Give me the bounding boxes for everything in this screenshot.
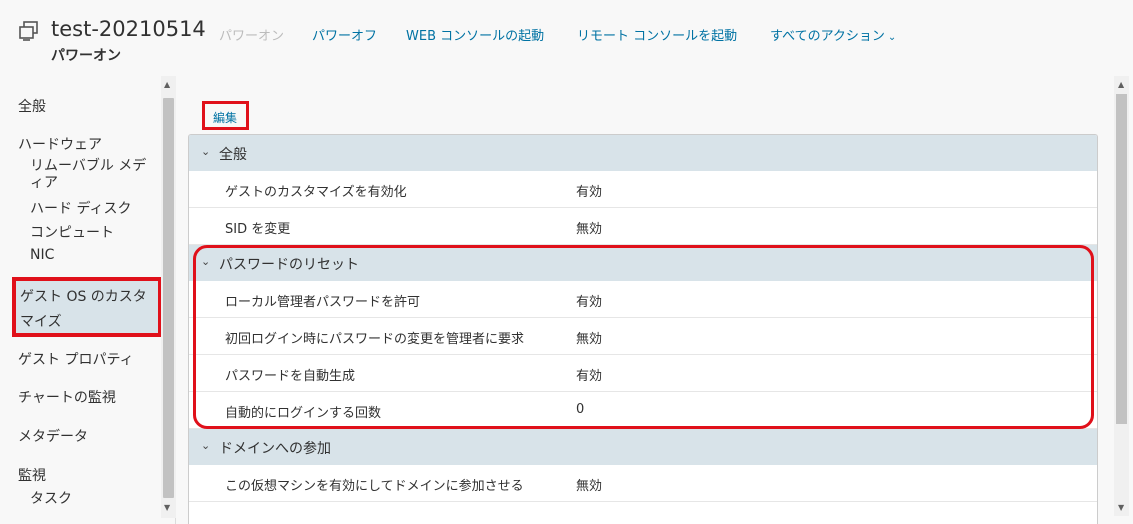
sidebar-item-compute[interactable]: コンピュート — [30, 222, 114, 242]
web-console-button[interactable]: WEB コンソールの起動 — [406, 25, 544, 44]
all-actions-label: すべてのアクション — [770, 29, 885, 44]
table-row: この仮想マシンを有効にしてドメインに参加させる 無効 — [189, 465, 1097, 502]
sidebar-item-guest-os-customization[interactable]: ゲスト OS のカスタマイズ — [12, 277, 162, 337]
scroll-down-icon[interactable]: ▼ — [164, 503, 170, 512]
section-general-header[interactable]: ⌄ 全般 — [189, 135, 1097, 171]
all-actions-dropdown[interactable]: すべてのアクション ⌄ — [770, 25, 896, 44]
main-scrollbar-thumb[interactable] — [1116, 94, 1127, 424]
sidebar-item-chart-monitor[interactable]: チャートの監視 — [18, 387, 116, 407]
sidebar-item-nic[interactable]: NIC — [30, 247, 54, 263]
chevron-down-icon: ⌄ — [201, 255, 211, 268]
edit-highlight: 編集 — [202, 101, 249, 130]
table-row: 自動的にログインする回数 0 — [189, 392, 1097, 429]
vm-icon — [19, 21, 38, 41]
vm-power-state: パワーオン — [51, 48, 121, 64]
row-value: 無効 — [576, 222, 603, 237]
row-label: この仮想マシンを有効にしてドメインに参加させる — [225, 479, 524, 494]
row-label: 初回ログイン時にパスワードの変更を管理者に要求 — [225, 332, 525, 347]
table-row — [189, 502, 1097, 524]
section-title: ドメインへの参加 — [219, 441, 331, 457]
section-title: 全般 — [219, 147, 247, 163]
scroll-up-icon[interactable]: ▲ — [164, 80, 170, 89]
sidebar-item-guest-properties[interactable]: ゲスト プロパティ — [18, 349, 134, 369]
header: test-20210514 パワーオン パワーオン パワーオフ WEB コンソー… — [0, 0, 1133, 76]
chevron-down-icon: ⌄ — [201, 145, 211, 158]
scroll-down-icon[interactable]: ▼ — [1118, 503, 1124, 512]
row-label: ゲストのカスタマイズを有効化 — [225, 185, 407, 200]
customization-details-panel: ⌄ 全般 ゲストのカスタマイズを有効化 有効 SID を変更 無効 ⌄ パスワー… — [188, 134, 1098, 524]
row-label: パスワードを自動生成 — [225, 369, 356, 384]
section-password-reset-header[interactable]: ⌄ パスワードのリセット — [189, 245, 1097, 281]
row-value: 無効 — [576, 332, 603, 347]
row-value: 無効 — [576, 479, 603, 494]
table-row: SID を変更 無効 — [189, 208, 1097, 245]
section-title: パスワードのリセット — [219, 257, 359, 273]
power-off-button[interactable]: パワーオフ — [312, 25, 377, 44]
sidebar-scrollbar-thumb[interactable] — [163, 98, 174, 498]
sidebar-item-metadata[interactable]: メタデータ — [18, 426, 88, 446]
remote-console-button[interactable]: リモート コンソールを起動 — [577, 25, 737, 44]
vm-title: test-20210514 — [51, 17, 206, 41]
row-label: SID を変更 — [225, 222, 291, 237]
section-domain-join-header[interactable]: ⌄ ドメインへの参加 — [189, 429, 1097, 465]
table-row: ゲストのカスタマイズを有効化 有効 — [189, 171, 1097, 208]
table-row: ローカル管理者パスワードを許可 有効 — [189, 281, 1097, 318]
sidebar-item-tasks[interactable]: タスク — [30, 488, 72, 508]
row-value: 有効 — [576, 185, 603, 200]
sidebar-group-monitor: 監視 — [18, 468, 46, 484]
sidebar-item-label: ゲスト OS のカスタマイズ — [20, 289, 147, 330]
table-row: パスワードを自動生成 有効 — [189, 355, 1097, 392]
row-label: ローカル管理者パスワードを許可 — [225, 295, 421, 310]
sidebar-item-general[interactable]: 全般 — [18, 96, 46, 116]
chevron-down-icon: ⌄ — [887, 32, 897, 43]
power-on-button[interactable]: パワーオン — [219, 25, 284, 44]
scroll-up-icon[interactable]: ▲ — [1118, 80, 1124, 89]
table-row: 初回ログイン時にパスワードの変更を管理者に要求 無効 — [189, 318, 1097, 355]
row-label: 自動的にログインする回数 — [225, 406, 382, 421]
sidebar-group-hardware: ハードウェア — [18, 137, 102, 153]
chevron-down-icon: ⌄ — [201, 439, 211, 452]
sidebar-item-removable-media[interactable]: リムーバブル メディア — [30, 158, 158, 192]
row-value: 0 — [576, 402, 585, 417]
edit-button[interactable]: 編集 — [213, 109, 237, 126]
row-value: 有効 — [576, 369, 603, 384]
row-value: 有効 — [576, 295, 603, 310]
sidebar-item-hard-disk[interactable]: ハード ディスク — [30, 198, 131, 218]
